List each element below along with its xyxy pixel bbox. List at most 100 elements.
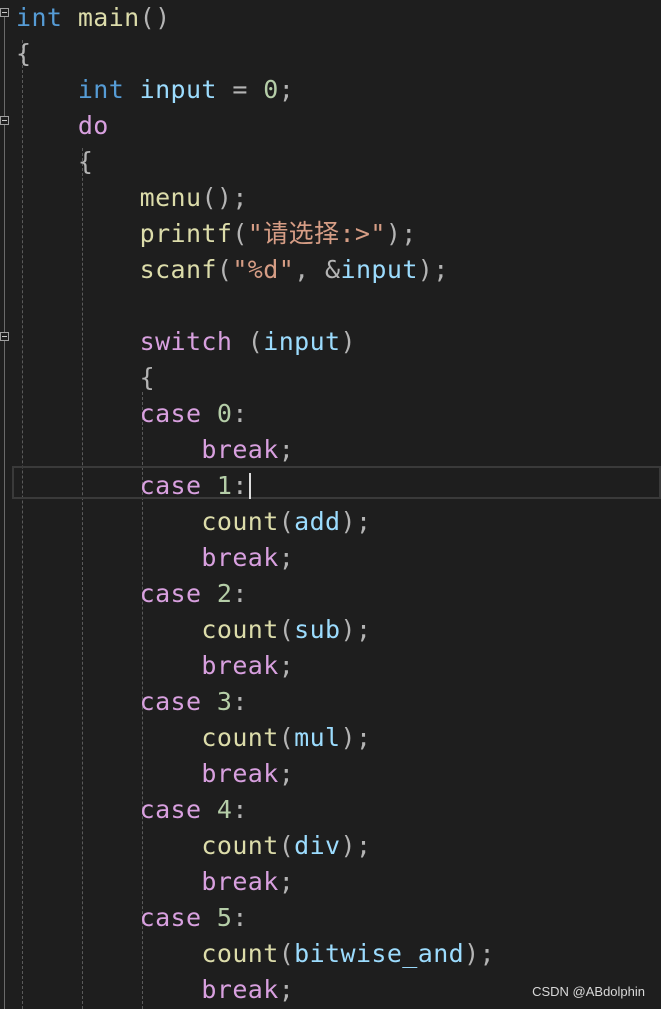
code-token: 0 xyxy=(216,399,233,428)
code-token: : xyxy=(232,903,248,932)
code-token: ) xyxy=(340,327,356,356)
code-token: : xyxy=(232,795,248,824)
code-line[interactable]: break; xyxy=(16,648,495,684)
code-token: ; xyxy=(278,543,295,572)
code-line[interactable]: break; xyxy=(16,756,495,792)
code-token: case xyxy=(139,903,202,932)
code-token: case xyxy=(139,399,202,428)
code-token: ; xyxy=(278,75,295,104)
fold-guide-line xyxy=(4,17,5,116)
code-line[interactable]: case 2: xyxy=(16,576,495,612)
code-token: main xyxy=(77,3,140,32)
code-line[interactable]: int input = 0; xyxy=(16,72,495,108)
code-token: ; xyxy=(278,975,295,1004)
code-token: "%d" xyxy=(232,255,295,284)
code-text[interactable]: int main(){ int input = 0; do { menu(); … xyxy=(16,0,495,1008)
fold-gutter xyxy=(0,0,12,1009)
collapse-icon[interactable] xyxy=(0,8,9,17)
code-token: input xyxy=(139,75,217,104)
code-token: : xyxy=(232,687,248,716)
code-line[interactable]: { xyxy=(16,360,495,396)
code-line[interactable]: case 4: xyxy=(16,792,495,828)
code-token: case xyxy=(139,579,202,608)
code-line[interactable]: case 1: xyxy=(16,468,495,504)
fold-guide-line xyxy=(4,341,5,1009)
collapse-icon[interactable] xyxy=(0,332,9,341)
code-line[interactable]: printf("请选择:>"); xyxy=(16,216,495,252)
code-token: : xyxy=(232,399,248,428)
code-line[interactable]: do xyxy=(16,108,495,144)
code-token: 5 xyxy=(216,903,233,932)
code-token: switch xyxy=(139,327,233,356)
collapse-icon[interactable] xyxy=(0,116,9,125)
code-line[interactable]: break; xyxy=(16,432,495,468)
code-line[interactable]: case 5: xyxy=(16,900,495,936)
code-line[interactable]: count(mul); xyxy=(16,720,495,756)
code-line[interactable]: count(sub); xyxy=(16,612,495,648)
code-line[interactable]: break; xyxy=(16,540,495,576)
code-token: ); xyxy=(385,219,417,248)
code-token: mul xyxy=(294,723,341,752)
code-token: div xyxy=(294,831,341,860)
code-line[interactable] xyxy=(16,288,495,324)
code-token: input xyxy=(340,255,418,284)
code-line[interactable]: scanf("%d", &input); xyxy=(16,252,495,288)
code-token: ( xyxy=(278,723,295,752)
code-token: break xyxy=(201,759,279,788)
code-token: 3 xyxy=(216,687,233,716)
code-line[interactable]: { xyxy=(16,144,495,180)
code-line[interactable]: switch (input) xyxy=(16,324,495,360)
code-token: ); xyxy=(417,255,449,284)
code-line[interactable]: break; xyxy=(16,972,495,1008)
code-line[interactable]: menu(); xyxy=(16,180,495,216)
code-token: count xyxy=(201,507,279,536)
code-token: count xyxy=(201,723,279,752)
code-token: case xyxy=(139,795,202,824)
code-line[interactable]: case 3: xyxy=(16,684,495,720)
code-token: ); xyxy=(340,615,372,644)
code-line[interactable]: count(add); xyxy=(16,504,495,540)
watermark: CSDN @ABdolphin xyxy=(532,984,645,999)
code-token: int xyxy=(16,3,63,32)
code-line[interactable]: { xyxy=(16,36,495,72)
code-line[interactable]: int main() xyxy=(16,0,495,36)
code-token: count xyxy=(201,615,279,644)
code-token: ; xyxy=(278,435,295,464)
code-token: { xyxy=(139,363,156,392)
code-token: scanf xyxy=(139,255,217,284)
code-line[interactable]: count(div); xyxy=(16,828,495,864)
code-token: int xyxy=(77,75,125,104)
code-token: ); xyxy=(340,831,372,860)
code-token: ( xyxy=(278,831,295,860)
code-token: printf xyxy=(139,219,233,248)
code-token: "请选择:>" xyxy=(247,219,386,248)
code-line[interactable]: case 0: xyxy=(16,396,495,432)
code-token: do xyxy=(77,111,109,140)
code-line[interactable]: break; xyxy=(16,864,495,900)
text-caret xyxy=(248,473,251,499)
code-line[interactable]: count(bitwise_and); xyxy=(16,936,495,972)
code-token: break xyxy=(201,867,279,896)
code-token: ( xyxy=(232,219,248,248)
code-token: ; xyxy=(278,651,295,680)
code-token: ; xyxy=(278,759,295,788)
code-editor[interactable]: int main(){ int input = 0; do { menu(); … xyxy=(0,0,661,1009)
